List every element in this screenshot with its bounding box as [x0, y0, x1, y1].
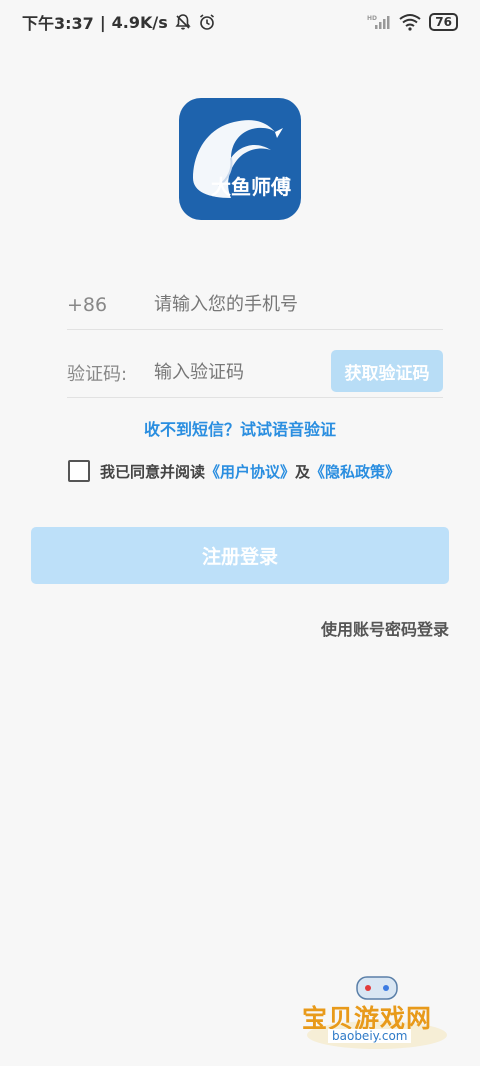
- phone-row: +86: [67, 280, 443, 330]
- network-type-label: HD: [367, 15, 377, 22]
- status-bar: 下午3:37 | 4.9K/s HD 76: [0, 0, 480, 44]
- dolphin-logo-icon: [193, 120, 283, 198]
- watermark: 宝贝游戏网 baobeiy.com: [302, 975, 452, 1055]
- status-left: 下午3:37 | 4.9K/s: [22, 10, 216, 34]
- status-divider: |: [99, 12, 106, 32]
- logo-text: 大鱼师傅: [211, 175, 291, 199]
- alarm-icon: [198, 13, 216, 31]
- password-login-link[interactable]: 使用账号密码登录: [321, 616, 449, 640]
- user-agreement-link[interactable]: 《用户协议》: [205, 461, 295, 482]
- register-login-button[interactable]: 注册登录: [31, 527, 449, 584]
- voice-verify-link[interactable]: 收不到短信？试试语音验证: [0, 416, 480, 440]
- battery-icon: 76: [429, 13, 458, 31]
- code-input[interactable]: [154, 362, 324, 383]
- watermark-url: baobeiy.com: [328, 1029, 412, 1043]
- status-time: 下午3:37: [22, 14, 94, 33]
- phone-input[interactable]: [154, 294, 434, 315]
- wifi-icon: [399, 13, 421, 31]
- privacy-policy-link[interactable]: 《隐私政策》: [310, 461, 400, 482]
- status-right: HD 76: [367, 13, 458, 31]
- signal-icon: HD: [367, 13, 391, 31]
- code-row: 验证码: 获取验证码: [67, 348, 443, 398]
- agree-checkbox[interactable]: [68, 460, 90, 482]
- status-speed: 4.9K/s: [111, 12, 168, 32]
- mute-bell-icon: [174, 13, 192, 31]
- app-logo: 大鱼师傅: [179, 98, 301, 220]
- code-label: 验证码:: [67, 363, 128, 385]
- agree-prefix: 我已同意并阅读: [100, 462, 206, 481]
- get-code-button[interactable]: 获取验证码: [331, 350, 443, 392]
- country-code[interactable]: +86: [67, 294, 154, 316]
- agree-and: 及: [295, 462, 311, 481]
- agreement-row: 我已同意并阅读 《用户协议》 及 《隐私政策》: [68, 460, 400, 482]
